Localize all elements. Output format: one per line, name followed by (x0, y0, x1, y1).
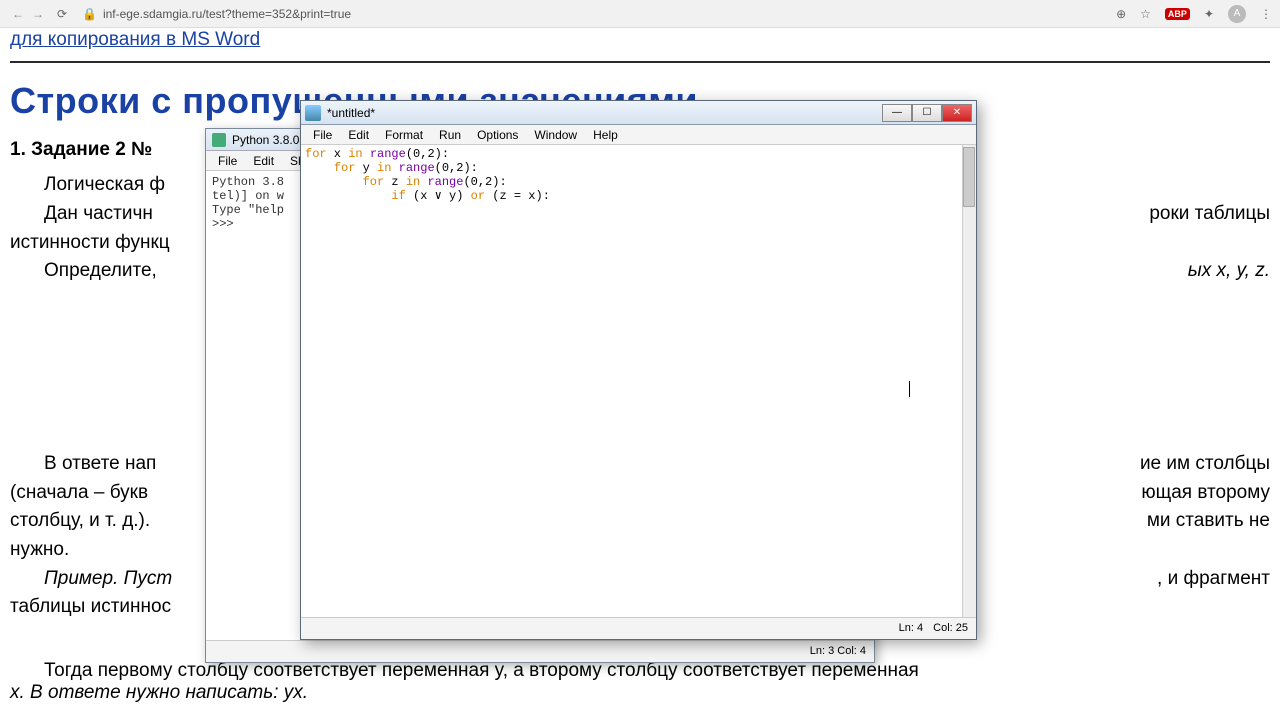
star-icon[interactable]: ☆ (1140, 7, 1151, 21)
text: Тогда первому столбцу соответствует пере… (44, 660, 919, 681)
text: истинности функц (10, 232, 170, 253)
status-line: Ln: 4 (899, 622, 923, 634)
menu-file[interactable]: File (305, 128, 340, 142)
code-line: if (x ∨ y) or (z = x): (305, 189, 972, 203)
menu-edit[interactable]: Edit (340, 128, 377, 142)
text: ми ставить не (1147, 509, 1270, 534)
python-editor-window[interactable]: *untitled* — ☐ ✕ File Edit Format Run Op… (300, 100, 977, 640)
zoom-icon[interactable]: ⊕ (1116, 7, 1126, 21)
extension-badge[interactable]: ABP (1165, 8, 1190, 20)
text-cursor (909, 381, 910, 397)
text: Определите, (44, 260, 157, 281)
menu-run[interactable]: Run (431, 128, 469, 142)
shell-title-text: Python 3.8.0 (232, 133, 299, 147)
python-icon (212, 133, 226, 147)
text: столбцу, и т. д.). (10, 510, 150, 531)
text: В ответе нап (44, 453, 156, 474)
back-button[interactable]: ← (8, 7, 28, 21)
menu-options[interactable]: Options (469, 128, 526, 142)
editor-menubar: File Edit Format Run Options Window Help (301, 125, 976, 145)
menu-format[interactable]: Format (377, 128, 431, 142)
editor-title-text: *untitled* (327, 106, 882, 120)
text: Пример. Пуст (44, 568, 172, 589)
bottom-paragraph: Тогда первому столбцу соответствует пере… (10, 660, 1270, 704)
editor-body[interactable]: for x in range(0,2): for y in range(0,2)… (301, 145, 976, 617)
text: x. В ответе нужно написать: yx. (10, 682, 308, 703)
profile-avatar[interactable]: A (1228, 5, 1246, 23)
lock-icon: 🔒 (82, 7, 97, 21)
extensions-icon[interactable]: ✦ (1204, 7, 1214, 21)
text: ющая второму (1141, 481, 1270, 506)
minimize-button[interactable]: — (882, 104, 912, 122)
code-line: for x in range(0,2): (305, 147, 972, 161)
menu-edit[interactable]: Edit (245, 154, 282, 168)
scrollbar-thumb[interactable] (963, 147, 975, 207)
text: Дан частичн (44, 203, 153, 224)
code-line: for y in range(0,2): (305, 161, 972, 175)
close-button[interactable]: ✕ (942, 104, 972, 122)
editor-statusbar: Ln: 4 Col: 25 (301, 617, 976, 637)
top-link[interactable]: для копирования в MS Word (10, 29, 260, 50)
forward-button[interactable]: → (28, 7, 48, 21)
text: роки таблицы (1115, 202, 1270, 227)
menu-help[interactable]: Help (585, 128, 626, 142)
url-text[interactable]: inf-ege.sdamgia.ru/test?theme=352&print=… (103, 7, 1116, 21)
text: ых x, y, z. (1154, 259, 1270, 284)
maximize-button[interactable]: ☐ (912, 104, 942, 122)
menu-window[interactable]: Window (526, 128, 585, 142)
text: Логическая ф (44, 174, 165, 195)
status-col: Col: 25 (933, 622, 968, 634)
shell-status-text: Ln: 3 Col: 4 (810, 645, 866, 657)
text: , и фрагмент (1123, 567, 1270, 592)
browser-right-tools: ⊕ ☆ ABP ✦ A ⋮ (1116, 5, 1272, 23)
reload-button[interactable]: ⟳ (52, 7, 72, 21)
menu-icon[interactable]: ⋮ (1260, 7, 1272, 21)
divider (10, 61, 1270, 63)
editor-titlebar[interactable]: *untitled* — ☐ ✕ (301, 101, 976, 125)
text: ие им столбцы (1106, 452, 1270, 477)
code-line: for z in range(0,2): (305, 175, 972, 189)
shell-statusbar: Ln: 3 Col: 4 (206, 640, 874, 660)
browser-toolbar: ← → ⟳ 🔒 inf-ege.sdamgia.ru/test?theme=35… (0, 0, 1280, 28)
text: таблицы истиннос (10, 596, 171, 617)
python-icon (305, 105, 321, 121)
menu-file[interactable]: File (210, 154, 245, 168)
text: (сначала – букв (10, 482, 148, 503)
text: нужно. (10, 539, 69, 560)
scrollbar[interactable] (962, 145, 976, 617)
